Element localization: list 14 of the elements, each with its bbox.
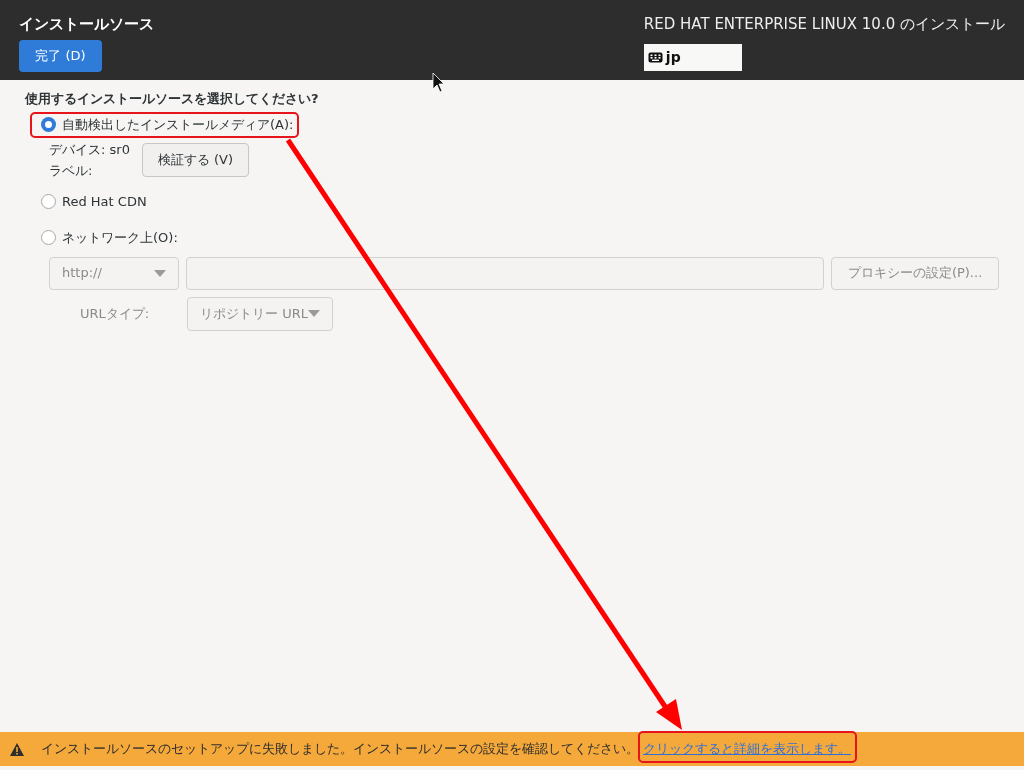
done-button[interactable]: 完了 (D) [19,39,102,72]
warning-message: インストールソースのセットアップに失敗しました。インストールソースの設定を確認してください。 [41,739,639,758]
media-label: ラベル: [49,161,94,180]
product-title: RED HAT ENTERPRISE LINUX 10.0 のインストール [643,14,1005,35]
radio-label[interactable]: Red Hat CDN [62,191,147,212]
url-type-label: URLタイプ: [80,304,150,323]
keyboard-layout-indicator[interactable]: jp [643,43,742,71]
radio-label[interactable]: ネットワーク上(O): [62,227,178,248]
keyboard-layout-label: jp [665,47,681,67]
radio-label[interactable]: 自動検出したインストールメディア(A): [62,114,294,135]
page-title: インストールソース [19,14,154,35]
question-label: 使用するインストールソースを選択してください? [25,90,320,108]
device-label: デバイス: sr0 [49,140,130,159]
verify-button[interactable]: 検証する (V) [141,142,250,177]
